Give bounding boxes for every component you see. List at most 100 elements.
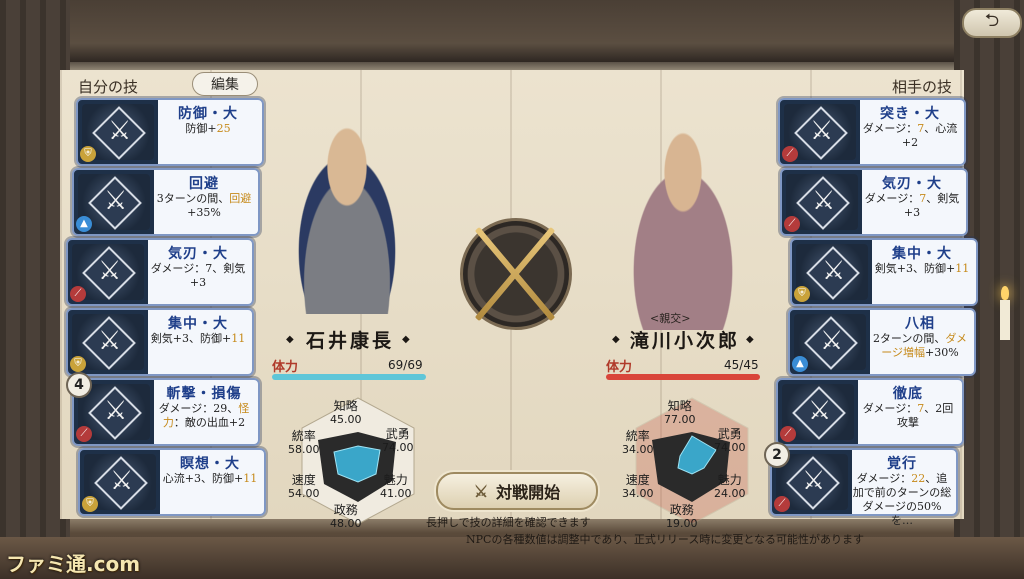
edit-button[interactable]: 編集 (192, 72, 258, 96)
swordsman-icon: ⚔ (808, 396, 832, 426)
swordsman-icon: ⚔ (104, 396, 128, 426)
skill-name: 瞑想・大 (180, 456, 240, 472)
skill-description: ダメージ：29、怪力：敵の出血+2 (158, 402, 250, 429)
player-hp-fill (272, 374, 426, 380)
player-name: 石井康長 (306, 330, 395, 352)
player-hp-label: 体力 (272, 360, 299, 375)
skill-name: 徹底 (893, 386, 923, 402)
ornament-icon: ◆ (286, 334, 294, 345)
shield-icon: ⛨ (794, 286, 810, 302)
sword-icon: ⟋ (782, 146, 798, 162)
enemy-hp-bar (606, 374, 760, 380)
ornament-icon: ◆ (402, 334, 410, 345)
skill-description: ダメージ：7、心流+2 (862, 122, 958, 149)
skill-count-badge: 2 (764, 442, 790, 468)
right-skill-card[interactable]: ⚔ ⛨ 集中・大 剣気+3、防御+11 (790, 238, 978, 306)
right-skill-card[interactable]: ⚔ ▲ 八相 2ターンの間、ダメージ増幅+30% (788, 308, 976, 376)
ceiling-beam (0, 0, 1024, 62)
enemy-hp-fill (606, 374, 760, 380)
swordsman-icon: ⚔ (820, 326, 844, 356)
player-stat-miryoku: 魅力 41.00 (380, 473, 412, 501)
left-skill-card[interactable]: ⚔ ▲ 回避 3ターンの間、回避+35% (72, 168, 260, 236)
skill-description: ダメージ：22、追加で前のターンの総ダメージの50%を… (852, 472, 952, 527)
my-skills-title: 自分の技 (78, 78, 139, 96)
skill-name: 斬撃・損傷 (166, 386, 242, 402)
right-skill-card[interactable]: ⚔ ⟋ 気刃・大 ダメージ：7、剣気+3 (780, 168, 968, 236)
swordsman-icon: ⚔ (98, 256, 122, 286)
player-stat-seimu: 政務 48.00 (330, 503, 362, 531)
skill-description: ダメージ：7、剣気+3 (150, 262, 246, 289)
shield-icon: ⛨ (82, 496, 98, 512)
candle (1000, 300, 1010, 340)
arrow-up-icon: ▲ (792, 356, 808, 372)
long-press-hint: 長押しで技の詳細を確認できます (426, 516, 591, 529)
skill-description: ダメージ：7、2回攻撃 (862, 402, 954, 429)
swordsman-icon: ⚔ (110, 466, 134, 496)
enemy-stat-seimu: 政務 19.00 (666, 503, 698, 531)
player-hp-value: 69/69 (388, 358, 423, 372)
ornament-icon: ◆ (612, 334, 620, 345)
enemy-hp-value: 45/45 (724, 358, 759, 372)
swordsman-icon: ⚔ (812, 186, 836, 216)
skill-description: 2ターンの間、ダメージ増幅+30% (872, 332, 968, 359)
sword-icon: ⟋ (774, 496, 790, 512)
start-battle-label: 対戦開始 (496, 483, 561, 502)
left-skill-card[interactable]: ⚔ ⟋ 気刃・大 ダメージ：7、剣気+3 (66, 238, 254, 306)
enemy-stat-chiryaku: 知略 77.00 (664, 399, 696, 427)
skill-description: 剣気+3、防御+11 (874, 262, 970, 275)
skill-description: 防御+25 (185, 122, 231, 135)
opponent-skills-title: 相手の技 (892, 78, 953, 96)
player-portrait (272, 104, 422, 314)
skill-name: 集中・大 (168, 316, 228, 332)
start-battle-button[interactable]: ⚔ 対戦開始 (436, 472, 598, 510)
enemy-stat-tosotsu: 統率 34.00 (622, 429, 654, 457)
sword-icon: ⟋ (780, 426, 796, 442)
shield-icon: ⛨ (70, 356, 86, 372)
enemy-stat-sokudo: 速度 34.00 (622, 473, 654, 501)
player-hp-bar (272, 374, 426, 380)
candle-flame (1001, 286, 1009, 300)
right-skill-card[interactable]: ⚔ ⟋ 突き・大 ダメージ：7、心流+2 (778, 98, 966, 166)
left-skill-card[interactable]: ⚔ ⟋ 斬撃・損傷 ダメージ：29、怪力：敵の出血+2 4 (66, 372, 260, 446)
enemy-hp-label: 体力 (606, 360, 633, 375)
swordsman-icon: ⚔ (108, 116, 132, 146)
left-skill-card[interactable]: ⚔ ⛨ 瞑想・大 心流+3、防御+11 (78, 448, 266, 516)
skill-description: 心流+3、防御+11 (162, 472, 258, 485)
skill-count-badge: 4 (66, 372, 92, 398)
arrow-up-icon: ▲ (76, 216, 92, 232)
skill-name: 覚行 (887, 456, 917, 472)
right-skill-card[interactable]: ⚔ ⟋ 徹底 ダメージ：7、2回攻撃 (776, 378, 964, 446)
swordsman-icon: ⚔ (98, 326, 122, 356)
skill-description: ダメージ：7、剣気+3 (864, 192, 960, 219)
player-stat-sokudo: 速度 54.00 (288, 473, 320, 501)
player-stat-chiryaku: 知略 45.00 (330, 399, 362, 427)
sword-icon: ⟋ (76, 426, 92, 442)
swordsman-icon: ⚔ (810, 116, 834, 146)
enemy-name: 滝川小次郎 (630, 330, 741, 352)
enemy-portrait (608, 120, 758, 330)
skill-name: 気刃・大 (168, 246, 228, 262)
shield-icon: ⛨ (80, 146, 96, 162)
enemy-relation: <親交> (650, 312, 691, 325)
skill-name: 突き・大 (880, 106, 940, 122)
sword-icon: ⟋ (70, 286, 86, 302)
crossed-swords-emblem (460, 218, 572, 330)
skill-name: 八相 (905, 316, 935, 332)
enemy-stat-buyu: 武勇 74.00 (714, 427, 746, 455)
left-skill-card[interactable]: ⚔ ⛨ 防御・大 防御+25 (76, 98, 264, 166)
skill-description: 3ターンの間、回避+35% (156, 192, 252, 219)
enemy-stat-miryoku: 魅力 24.00 (714, 473, 746, 501)
return-arrow-icon: ⮌ (984, 10, 1000, 31)
right-skill-card[interactable]: ⚔ ⟋ 覚行 ダメージ：22、追加で前のターンの総ダメージの50%を… 2 (764, 442, 958, 527)
famitsu-logo: ファミ通.com (6, 552, 141, 576)
swordsman-icon: ⚔ (802, 466, 826, 496)
crossed-swords-icon: ⚔ (473, 481, 489, 501)
back-button[interactable]: ⮌ (962, 8, 1022, 38)
skill-name: 防御・大 (178, 106, 238, 122)
sword-icon: ⟋ (784, 216, 800, 232)
player-stat-tosotsu: 統率 58.00 (288, 429, 320, 457)
swordsman-icon: ⚔ (822, 256, 846, 286)
skill-name: 集中・大 (892, 246, 952, 262)
player-stat-buyu: 武勇 74.00 (382, 427, 414, 455)
left-skill-card[interactable]: ⚔ ⛨ 集中・大 剣気+3、防御+11 (66, 308, 254, 376)
